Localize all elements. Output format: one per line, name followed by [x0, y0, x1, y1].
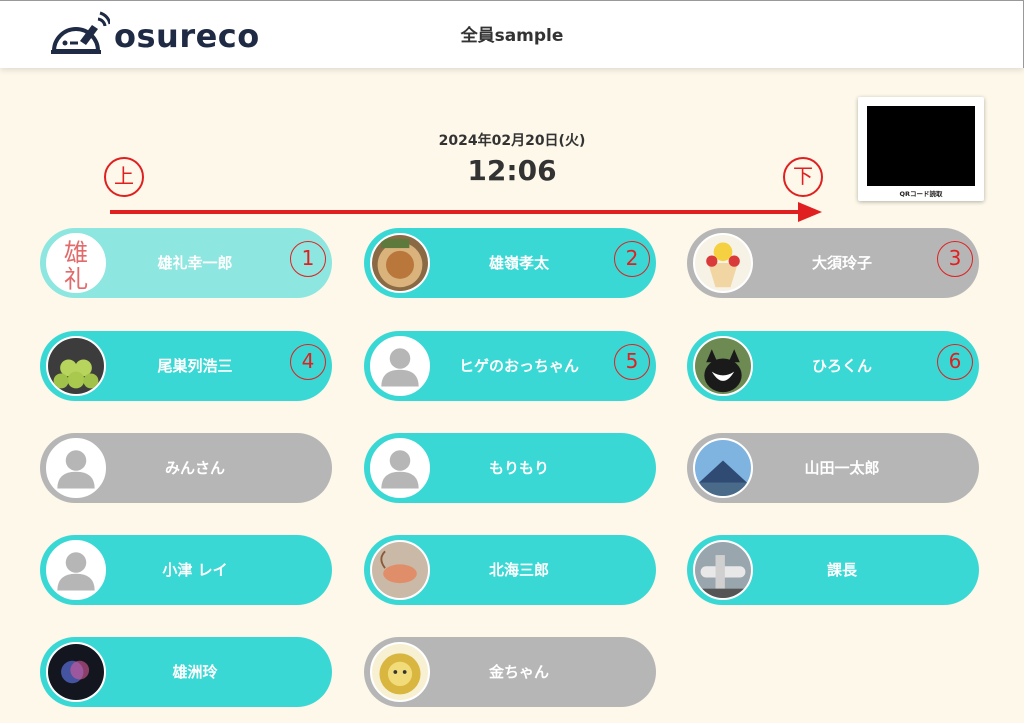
current-date: 2024年02月20日(火) — [438, 133, 586, 149]
order-number-badge: 3 — [937, 241, 973, 277]
member-avatar: 雄礼 — [46, 233, 106, 293]
member-name: みんさん — [164, 459, 225, 477]
member-card[interactable]: 北海三郎 — [364, 535, 656, 605]
app-header: osureco 全員sample — [0, 0, 1024, 68]
member-card[interactable]: 雄洲玲 — [40, 637, 332, 707]
page-title: 全員sample — [460, 26, 564, 46]
member-avatar — [370, 642, 430, 702]
member-card[interactable]: 雄礼 雄礼幸一郎 1 — [40, 228, 332, 298]
member-card[interactable]: 雄嶺孝太 2 — [364, 228, 656, 298]
member-avatar — [370, 233, 430, 293]
member-name: 北海三郎 — [488, 561, 549, 579]
member-name: 雄嶺孝太 — [488, 254, 549, 272]
member-card[interactable]: 小津 レイ — [40, 535, 332, 605]
member-name: 雄礼幸一郎 — [157, 254, 233, 272]
default-user-icon — [46, 540, 106, 600]
member-card[interactable]: ヒゲのおっちゃん 5 — [364, 331, 656, 401]
order-number-badge: 6 — [937, 344, 973, 380]
member-card[interactable]: 大須玲子 3 — [687, 228, 979, 298]
order-number-badge: 4 — [290, 344, 326, 380]
member-avatar — [46, 642, 106, 702]
order-number-badge: 5 — [614, 344, 650, 380]
member-card[interactable]: ひろくん 6 — [687, 331, 979, 401]
member-card[interactable]: 山田一太郎 — [687, 433, 979, 503]
member-name: 小津 レイ — [162, 561, 228, 579]
member-name: 大須玲子 — [811, 254, 872, 272]
member-avatar — [693, 438, 753, 498]
order-number-badge: 2 — [614, 241, 650, 277]
member-name: 山田一太郎 — [804, 459, 880, 477]
member-name: 尾巣列浩三 — [157, 357, 233, 375]
direction-end-label: 下 — [783, 157, 823, 197]
member-avatar — [370, 540, 430, 600]
current-time: 12:06 — [467, 154, 557, 187]
member-name: 課長 — [826, 561, 857, 579]
order-number-badge: 1 — [290, 241, 326, 277]
member-name: ひろくん — [811, 357, 872, 375]
qr-label: QRコード読取 — [899, 190, 943, 198]
direction-arrow — [110, 202, 822, 222]
member-avatar — [693, 540, 753, 600]
member-card[interactable]: 金ちゃん — [364, 637, 656, 707]
svg-text:礼: 礼 — [64, 264, 88, 291]
member-avatar — [46, 336, 106, 396]
default-user-icon — [370, 438, 430, 498]
default-user-icon — [46, 438, 106, 498]
svg-text:雄: 雄 — [64, 238, 88, 267]
member-card[interactable]: もりもり — [364, 433, 656, 503]
member-card[interactable]: 課長 — [687, 535, 979, 605]
member-name: ヒゲのおっちゃん — [458, 357, 579, 375]
default-user-icon — [370, 336, 430, 396]
member-name: 雄洲玲 — [172, 663, 218, 681]
member-avatar — [693, 233, 753, 293]
member-avatar — [693, 336, 753, 396]
member-card[interactable]: みんさん — [40, 433, 332, 503]
member-name: 金ちゃん — [488, 663, 549, 681]
member-name: もりもり — [488, 459, 549, 477]
member-card[interactable]: 尾巣列浩三 4 — [40, 331, 332, 401]
direction-start-label: 上 — [104, 157, 144, 197]
